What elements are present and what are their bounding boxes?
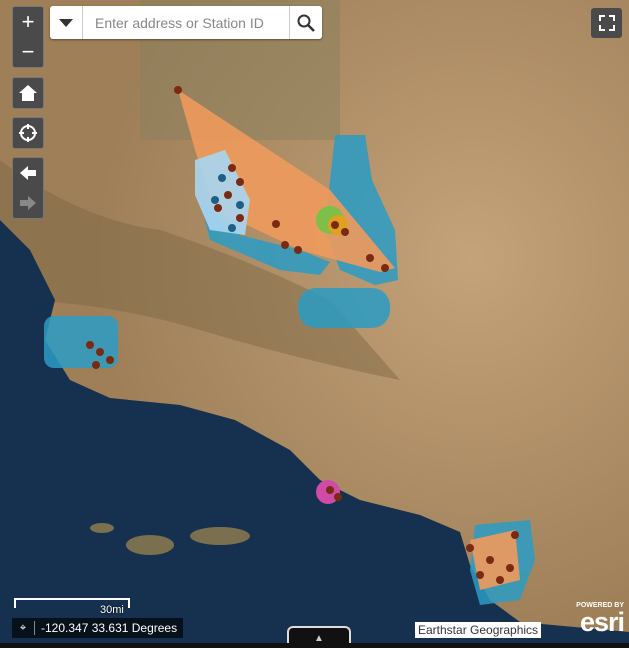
arrow-right-icon	[20, 196, 36, 210]
zoom-control: + −	[12, 6, 44, 68]
crosshair-icon: ⌖	[12, 621, 35, 635]
navigation-control	[12, 157, 44, 219]
locate-icon	[19, 124, 37, 142]
chevron-down-icon	[59, 18, 73, 27]
arrow-left-icon	[20, 166, 36, 180]
map-view[interactable]	[0, 0, 629, 643]
fullscreen-icon	[598, 15, 615, 31]
search-source-dropdown[interactable]	[50, 6, 83, 39]
caret-up-icon: ▲	[314, 632, 324, 644]
coordinate-readout[interactable]: ⌖ -120.347 33.631 Degrees	[12, 618, 184, 638]
attribution: Earthstar Geographics	[415, 622, 542, 638]
scale-label: 30mi	[100, 604, 124, 616]
back-button[interactable]	[13, 158, 43, 188]
search-icon	[297, 14, 315, 32]
esri-wordmark: esri	[579, 607, 625, 637]
search-widget	[50, 6, 322, 39]
zoom-out-button[interactable]: −	[13, 37, 43, 67]
plus-icon: +	[21, 9, 35, 34]
coordinate-text: -120.347 33.631 Degrees	[41, 621, 178, 635]
forward-button[interactable]	[13, 188, 43, 218]
minus-icon: −	[21, 39, 35, 64]
search-button[interactable]	[289, 6, 322, 39]
search-input[interactable]	[83, 6, 289, 39]
esri-logo[interactable]: POWERED BY esri	[562, 602, 625, 637]
home-icon	[19, 85, 37, 101]
bottom-bar	[0, 643, 629, 648]
zoom-in-button[interactable]: +	[13, 7, 43, 37]
locate-button[interactable]	[12, 117, 44, 149]
home-button[interactable]	[12, 77, 44, 109]
fullscreen-button[interactable]	[591, 8, 622, 38]
